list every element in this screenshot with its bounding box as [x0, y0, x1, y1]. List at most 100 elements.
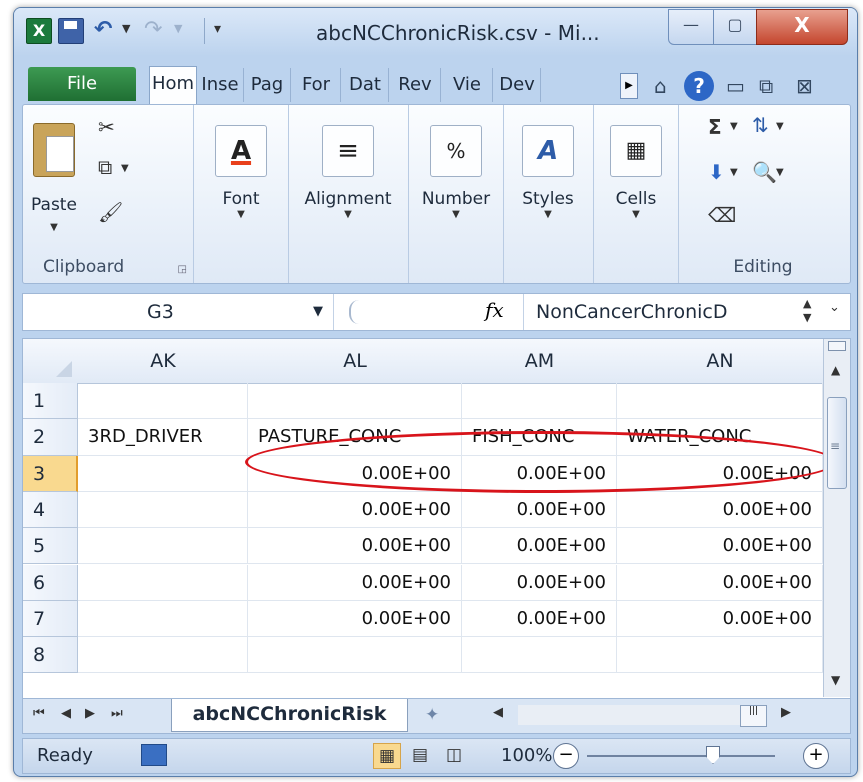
sheet-tab-abcncchronicrisk[interactable]: abcNCChronicRisk [171, 699, 408, 732]
spreadsheet-grid[interactable]: AK AL AM AN 1 2 3RD_DRIVER PASTURE_CONC FISH… [22, 338, 851, 700]
column-header-al[interactable]: AL [248, 339, 463, 384]
row-header-3[interactable]: 3 [23, 455, 78, 492]
save-icon[interactable] [58, 18, 84, 44]
first-sheet-icon[interactable]: ⏮ [33, 706, 45, 721]
cell-an8[interactable] [617, 637, 823, 674]
row-header-1[interactable]: 1 [23, 383, 78, 420]
scroll-down-icon[interactable]: ▼ [831, 673, 840, 687]
row-header-2[interactable]: 2 [23, 419, 78, 456]
tab-data[interactable]: Dat [342, 68, 389, 102]
styles-button[interactable]: A Styles ▼ [515, 125, 581, 220]
undo-icon[interactable]: ↶ [94, 18, 118, 42]
tab-formulas[interactable]: For [292, 68, 341, 102]
name-box[interactable]: G3 ▼ [23, 294, 334, 330]
column-header-an[interactable]: AN [617, 339, 824, 384]
horizontal-scrollbar[interactable]: ||| [518, 705, 767, 727]
tab-home[interactable]: Hom [149, 66, 197, 105]
cell-an4[interactable]: 0.00E+00 [617, 491, 823, 529]
page-break-view-icon[interactable]: ◫ [441, 743, 467, 767]
zoom-slider-track[interactable] [587, 755, 775, 757]
zoom-level[interactable]: 100% [501, 745, 552, 766]
next-sheet-icon[interactable]: ▶ [85, 706, 95, 721]
insert-sheet-icon[interactable]: ✦ [425, 705, 439, 725]
paste-button[interactable]: Paste ▼ [29, 195, 79, 235]
number-button[interactable]: % Number ▼ [418, 125, 494, 220]
tab-insert[interactable]: Inse [197, 68, 244, 102]
autosum-dropdown-icon[interactable]: ▼ [730, 121, 738, 132]
clear-icon[interactable]: ⌫ [708, 203, 736, 227]
hscroll-right-icon[interactable]: ▶ [781, 705, 791, 720]
zoom-slider-thumb[interactable] [706, 746, 720, 764]
cell-am8[interactable] [462, 637, 617, 674]
find-dropdown-icon[interactable]: ▼ [776, 167, 784, 178]
cell-al6[interactable]: 0.00E+00 [248, 564, 462, 601]
column-header-am[interactable]: AM [462, 339, 618, 384]
redo-icon[interactable]: ↷ [144, 18, 168, 42]
font-button[interactable]: A Font ▼ [213, 125, 269, 220]
zoom-in-icon[interactable]: + [803, 743, 829, 769]
name-box-dropdown-icon[interactable]: ▼ [313, 294, 323, 330]
cell-am6[interactable]: 0.00E+00 [462, 564, 617, 601]
insert-function-icon[interactable]: fx [485, 298, 504, 322]
cell-an6[interactable]: 0.00E+00 [617, 564, 823, 601]
cells-button[interactable]: ▦ Cells ▼ [603, 125, 669, 220]
customize-qat-icon[interactable]: ▾ [214, 21, 221, 37]
clipboard-launcher-icon[interactable]: ◲ [178, 264, 187, 275]
cell-am1[interactable] [462, 383, 617, 420]
cell-ak1[interactable] [78, 383, 248, 420]
cell-al4[interactable]: 0.00E+00 [248, 491, 462, 529]
cell-an1[interactable] [617, 383, 823, 420]
select-all-corner[interactable] [23, 339, 79, 384]
fill-icon[interactable]: ⬇ [708, 160, 725, 184]
cell-ak8[interactable] [78, 637, 248, 674]
row-header-8[interactable]: 8 [23, 637, 78, 674]
column-header-ak[interactable]: AK [78, 339, 249, 384]
hscroll-left-icon[interactable]: ◀ [493, 705, 503, 720]
normal-view-icon[interactable]: ▦ [373, 743, 401, 769]
close-button[interactable]: X [756, 9, 848, 45]
cell-an7[interactable]: 0.00E+00 [617, 600, 823, 638]
cell-ak4[interactable] [78, 491, 248, 529]
cell-al8[interactable] [248, 637, 462, 674]
cell-ak6[interactable] [78, 564, 248, 601]
workbook-minimize-icon[interactable]: ▭ [726, 74, 745, 98]
cell-am4[interactable]: 0.00E+00 [462, 491, 617, 529]
format-painter-icon[interactable]: 🖌 [98, 200, 123, 224]
row-header-7[interactable]: 7 [23, 600, 78, 638]
scroll-up-icon[interactable]: ▲ [831, 363, 840, 377]
cell-ak3[interactable] [78, 455, 248, 492]
sort-filter-icon[interactable]: ⇅ [752, 113, 769, 137]
formula-spin-icon[interactable]: ▲ ▼ [803, 297, 811, 325]
redo-dropdown-icon[interactable]: ▼ [174, 22, 182, 35]
alignment-button[interactable]: ≡ Alignment ▼ [298, 125, 398, 220]
formula-bar-splitter[interactable] [349, 300, 359, 324]
find-select-icon[interactable]: 🔍 [752, 160, 777, 184]
split-box-icon[interactable] [828, 341, 846, 351]
cell-an5[interactable]: 0.00E+00 [617, 528, 823, 565]
minimize-ribbon-icon[interactable]: ⌂ [654, 74, 667, 98]
cell-ak7[interactable] [78, 600, 248, 638]
macro-record-icon[interactable] [141, 744, 167, 766]
formula-input[interactable]: NonCancerChronicD [523, 294, 806, 330]
cell-am5[interactable]: 0.00E+00 [462, 528, 617, 565]
row-header-6[interactable]: 6 [23, 564, 78, 601]
tab-developer[interactable]: Dev [494, 68, 541, 102]
tab-view[interactable]: Vie [442, 68, 493, 102]
fill-dropdown-icon[interactable]: ▼ [730, 167, 738, 178]
last-sheet-icon[interactable]: ⏭ [111, 706, 123, 721]
vertical-scrollbar[interactable]: ▲ ≡ ▼ [823, 339, 850, 697]
help-icon[interactable]: ? [684, 71, 714, 101]
sort-dropdown-icon[interactable]: ▼ [776, 121, 784, 132]
cell-al7[interactable]: 0.00E+00 [248, 600, 462, 638]
tab-scroll-right-icon[interactable]: ▶ [620, 73, 638, 99]
paste-icon[interactable] [33, 123, 75, 177]
prev-sheet-icon[interactable]: ◀ [61, 706, 71, 721]
page-layout-view-icon[interactable]: ▤ [407, 743, 433, 767]
minimize-button[interactable]: — [668, 9, 714, 45]
workbook-close-icon[interactable]: ⊠ [796, 74, 813, 98]
cell-al5[interactable]: 0.00E+00 [248, 528, 462, 565]
paste-dropdown-icon[interactable]: ▼ [50, 222, 58, 233]
workbook-restore-icon[interactable]: ⧉ [759, 74, 773, 98]
maximize-button[interactable]: ▢ [713, 9, 757, 45]
cut-icon[interactable]: ✂ [98, 115, 115, 139]
